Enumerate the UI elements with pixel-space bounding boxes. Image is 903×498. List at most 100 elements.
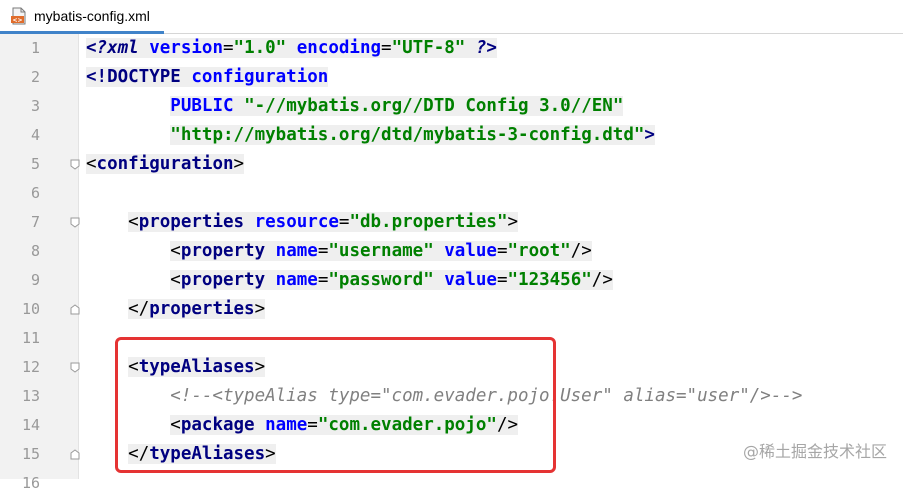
code-token: <?xml — [86, 38, 139, 58]
code-token: /> — [570, 241, 592, 261]
watermark-text: @稀土掘金技术社区 — [742, 442, 887, 461]
code-token: "UTF-8" — [391, 38, 466, 58]
code-token: value — [433, 241, 497, 261]
code-token: "http://mybatis.org/dtd/mybatis-3-config… — [170, 125, 645, 145]
tag-highlight: <property name="username" value="root"/> — [170, 241, 592, 261]
code-token: /> — [591, 270, 613, 290]
code-token: = — [317, 270, 329, 290]
code-line[interactable]: 4 "http://mybatis.org/dtd/mybatis-3-conf… — [0, 121, 903, 150]
tag-highlight: <property name="password" value="123456"… — [170, 270, 613, 290]
tag-highlight: </properties> — [128, 299, 266, 319]
code-line[interactable]: 1 <?xml version="1.0" encoding="UTF-8" ?> — [0, 34, 903, 63]
code-text: <!DOCTYPE configuration — [86, 63, 329, 92]
fold-close-icon[interactable] — [70, 304, 80, 315]
code-token: = — [496, 270, 508, 290]
line-number: 6 — [30, 184, 40, 202]
code-token: </ — [128, 299, 150, 319]
code-token: = — [496, 241, 508, 261]
code-token: "1.0" — [233, 38, 287, 58]
code-token: resource — [244, 212, 339, 232]
fold-open-icon[interactable] — [70, 159, 80, 170]
code-token: = — [222, 38, 234, 58]
code-token: "password" — [328, 270, 434, 290]
fold-open-icon[interactable] — [70, 217, 80, 228]
line-number: 15 — [21, 445, 40, 463]
file-tab-title: mybatis-config.xml — [34, 7, 150, 24]
code-token: properties — [138, 212, 245, 232]
code-token: configuration — [96, 154, 234, 174]
code-token: "-//mybatis.org//DTD Config 3.0//EN" — [244, 96, 624, 116]
code-token: version — [138, 38, 223, 58]
line-number: 2 — [30, 68, 40, 86]
code-line[interactable]: 2 <!DOCTYPE configuration — [0, 63, 903, 92]
code-text: PUBLIC "-//mybatis.org//DTD Config 3.0//… — [86, 92, 624, 121]
code-token: "123456" — [507, 270, 592, 290]
code-token: name — [265, 270, 318, 290]
line-number: 14 — [21, 416, 40, 434]
code-line[interactable]: 5 <configuration> — [0, 150, 903, 179]
code-token: > — [507, 212, 519, 232]
code-token: value — [433, 270, 497, 290]
code-token: = — [381, 38, 392, 58]
line-number: 4 — [30, 126, 40, 144]
line-number: 3 — [30, 97, 40, 115]
tag-highlight: <?xml version="1.0" encoding="UTF-8" ?> — [86, 38, 497, 58]
code-token: "root" — [507, 241, 571, 261]
svg-text:<>: <> — [12, 16, 22, 23]
code-token: < — [128, 212, 139, 232]
code-line[interactable]: 10 </properties> — [0, 295, 903, 324]
editor-tab-bar: <> mybatis-config.xml — [0, 0, 903, 34]
line-number: 5 — [30, 155, 40, 173]
code-token: = — [338, 212, 350, 232]
code-line[interactable]: 8 <property name="username" value="root"… — [0, 237, 903, 266]
line-number: 8 — [30, 242, 40, 260]
code-token: "username" — [328, 241, 434, 261]
fold-open-icon[interactable] — [70, 362, 80, 373]
code-token: <!DOCTYPE — [86, 67, 192, 87]
code-text: <property name="username" value="root"/> — [86, 237, 592, 266]
line-number: 10 — [21, 300, 40, 318]
code-token: > — [233, 154, 245, 174]
code-text: "http://mybatis.org/dtd/mybatis-3-config… — [86, 121, 655, 150]
code-token: > — [254, 299, 266, 319]
code-line[interactable]: 7 <properties resource="db.properties"> — [0, 208, 903, 237]
code-text: </properties> — [86, 295, 266, 324]
code-token: property — [180, 241, 266, 261]
line-number: 13 — [21, 387, 40, 405]
code-text: <?xml version="1.0" encoding="UTF-8" ?> — [86, 34, 497, 63]
tag-highlight: <properties resource="db.properties"> — [128, 212, 519, 232]
line-number: 11 — [21, 329, 40, 347]
line-number: 9 — [30, 271, 40, 289]
code-token: < — [86, 154, 97, 174]
code-text: <properties resource="db.properties"> — [86, 208, 519, 237]
fold-close-icon[interactable] — [70, 449, 80, 460]
code-line[interactable]: 6 — [0, 179, 903, 208]
code-token: property — [180, 270, 266, 290]
highlight-annotation-box — [115, 337, 556, 473]
code-text: <configuration> — [86, 150, 245, 179]
tag-highlight: PUBLIC "-//mybatis.org//DTD Config 3.0//… — [170, 96, 624, 116]
code-line[interactable]: 3 PUBLIC "-//mybatis.org//DTD Config 3.0… — [0, 92, 903, 121]
tag-highlight: <!DOCTYPE configuration — [86, 67, 329, 87]
code-line[interactable]: 16 — [0, 469, 903, 498]
line-number: 1 — [30, 39, 40, 57]
code-token: encoding — [286, 38, 382, 58]
code-token: configuration — [191, 67, 329, 87]
code-token: properties — [149, 299, 255, 319]
code-token: < — [170, 241, 181, 261]
code-token: = — [317, 241, 329, 261]
code-token: < — [170, 270, 181, 290]
code-line[interactable]: 9 <property name="password" value="12345… — [0, 266, 903, 295]
line-number: 12 — [21, 358, 40, 376]
code-token: > — [644, 125, 655, 145]
file-tab[interactable]: <> mybatis-config.xml — [0, 0, 164, 34]
line-number: 7 — [30, 213, 40, 231]
code-token: "db.properties" — [349, 212, 508, 232]
xml-file-icon: <> — [10, 7, 28, 25]
